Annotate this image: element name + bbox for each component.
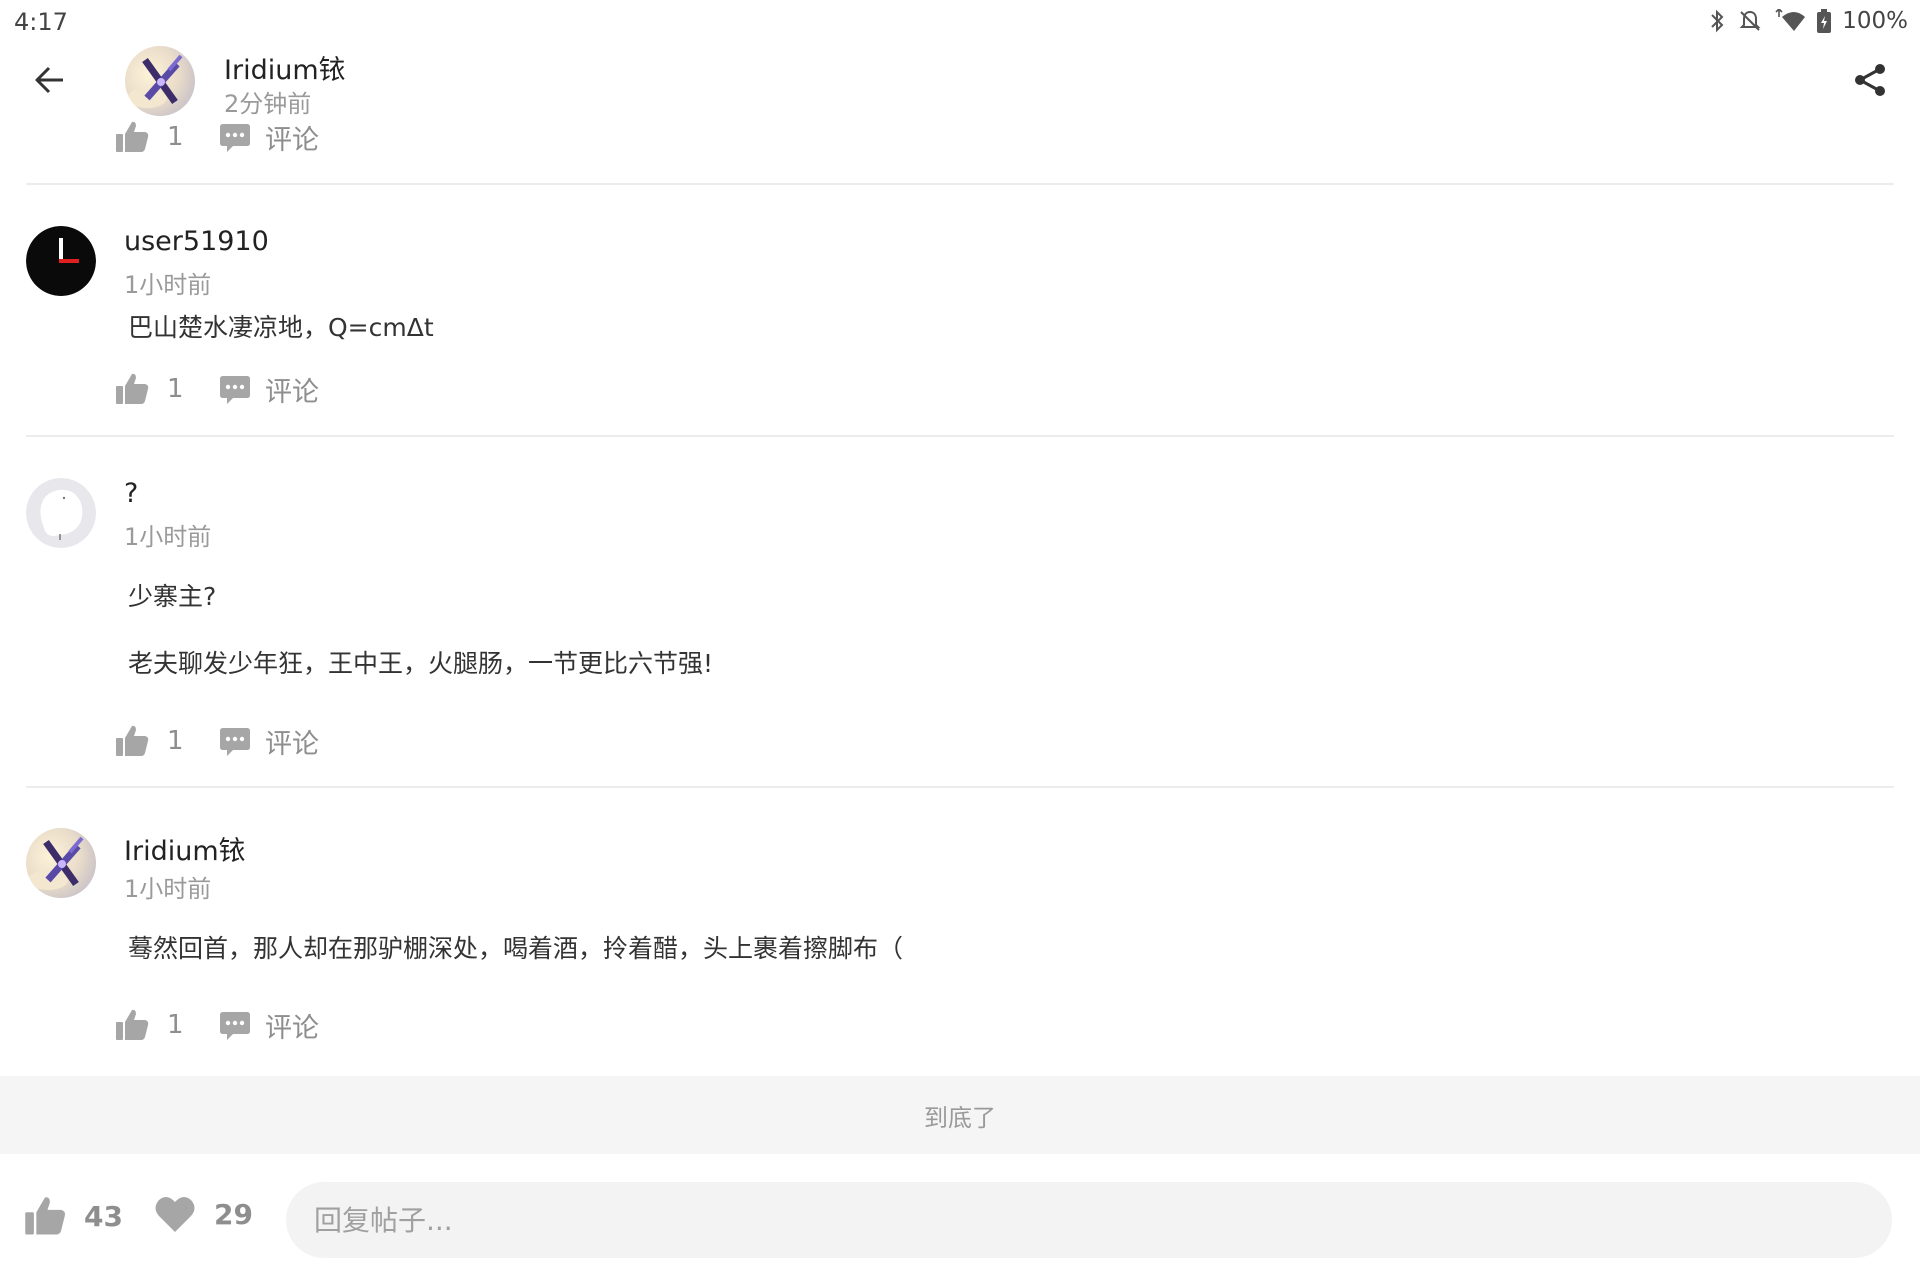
comment-time: 1小时前 xyxy=(124,875,212,903)
bluetooth-icon xyxy=(1711,9,1724,33)
wifi-icon xyxy=(1775,9,1806,31)
thread-like-count: 43 xyxy=(84,1199,123,1233)
comment-text: 老夫聊发少年狂，王中王，火腿肠，一节更比六节强! xyxy=(128,649,714,678)
arrow-back-icon xyxy=(35,66,63,94)
bottom-bar: 43 29 xyxy=(0,1154,1920,1280)
comment-action-row: 1 评论 xyxy=(115,369,319,409)
comment-avatar[interactable] xyxy=(26,226,96,296)
comment-icon xyxy=(220,376,250,404)
notifications-off-icon xyxy=(1739,10,1761,31)
comment-reply-label: 评论 xyxy=(265,728,319,760)
comment-user-name[interactable]: Iridium铱 xyxy=(124,829,246,868)
thumb-up-icon xyxy=(116,1009,149,1040)
thread-favorite-count: 29 xyxy=(214,1197,253,1231)
comment-user-name[interactable]: user51910 xyxy=(124,226,269,257)
reply-input[interactable] xyxy=(286,1182,1892,1258)
post-like-button[interactable]: 1 xyxy=(115,117,203,157)
comment-like-count: 1 xyxy=(167,1010,184,1040)
comment-text: 蓦然回首，那人却在那驴棚深处，喝着酒，拎着醋，头上裹着擦脚布（ xyxy=(128,934,904,963)
comment-like-button[interactable]: 1 xyxy=(115,369,203,409)
thumb-up-icon xyxy=(116,725,149,756)
comment-like-button[interactable]: 1 xyxy=(115,1005,203,1045)
comment-avatar[interactable] xyxy=(26,828,96,898)
comment-action-row: 1 评论 xyxy=(115,721,319,761)
thread-favorite-button[interactable]: 29 xyxy=(154,1194,253,1234)
app-bar: Iridium铱 2分钟前 xyxy=(0,44,1920,124)
share-icon xyxy=(1855,64,1885,96)
post-comment-button[interactable]: 评论 xyxy=(219,117,319,157)
thumb-up-icon xyxy=(116,373,149,404)
author-avatar[interactable] xyxy=(125,46,195,116)
post-action-row: 1 评论 xyxy=(115,117,319,157)
comment-reply-label: 评论 xyxy=(265,1012,319,1044)
comment-avatar[interactable] xyxy=(26,478,96,548)
thread-like-button[interactable]: 43 xyxy=(24,1194,123,1238)
comment-item: user51910 1小时前 巴山楚水凄凉地，Q=cmΔt 1 评论 xyxy=(0,184,1920,436)
battery-icon xyxy=(1817,9,1832,33)
comment-reply-button[interactable]: 评论 xyxy=(219,1005,319,1045)
heart-icon xyxy=(155,1196,195,1232)
end-of-list-bar: 到底了 xyxy=(0,1076,1920,1154)
comment-icon xyxy=(220,124,250,152)
comment-reply-button[interactable]: 评论 xyxy=(219,369,319,409)
comment-reply-button[interactable]: 评论 xyxy=(219,721,319,761)
status-bar: 4:17 100% xyxy=(0,0,1920,44)
author-name[interactable]: Iridium铱 xyxy=(224,48,346,87)
comment-text: 少寨主? xyxy=(128,582,217,611)
comment-time: 1小时前 xyxy=(124,523,212,551)
post-comment-label: 评论 xyxy=(265,124,319,156)
status-time: 4:17 xyxy=(14,8,68,36)
comment-like-count: 1 xyxy=(167,374,184,404)
thumb-up-icon xyxy=(116,121,149,152)
thumb-up-icon xyxy=(25,1197,66,1235)
comment-icon xyxy=(220,728,250,756)
comment-item: ? 1小时前 少寨主? 老夫聊发少年狂，王中王，火腿肠，一节更比六节强! 1 评… xyxy=(0,436,1920,788)
back-button[interactable] xyxy=(28,58,72,102)
comment-like-count: 1 xyxy=(167,726,184,756)
post-time: 2分钟前 xyxy=(224,90,312,118)
comment-reply-label: 评论 xyxy=(265,376,319,408)
share-button[interactable] xyxy=(1848,58,1892,102)
comment-time: 1小时前 xyxy=(124,271,212,299)
status-icons: 100% xyxy=(1706,8,1908,34)
comment-action-row: 1 评论 xyxy=(115,1005,319,1045)
comment-icon xyxy=(220,1012,250,1040)
comment-user-name[interactable]: ? xyxy=(124,478,138,509)
battery-percent: 100% xyxy=(1842,8,1908,34)
comment-text: 巴山楚水凄凉地，Q=cmΔt xyxy=(128,313,434,342)
end-of-list-text: 到底了 xyxy=(924,1103,996,1132)
comment-item: Iridium铱 1小时前 蓦然回首，那人却在那驴棚深处，喝着酒，拎着醋，头上裹… xyxy=(0,788,1920,1076)
screen: 4:17 100% Iridium铱 2分钟前 1 评论 user51910 1… xyxy=(0,0,1920,1280)
comment-like-button[interactable]: 1 xyxy=(115,721,203,761)
post-like-count: 1 xyxy=(167,122,184,152)
